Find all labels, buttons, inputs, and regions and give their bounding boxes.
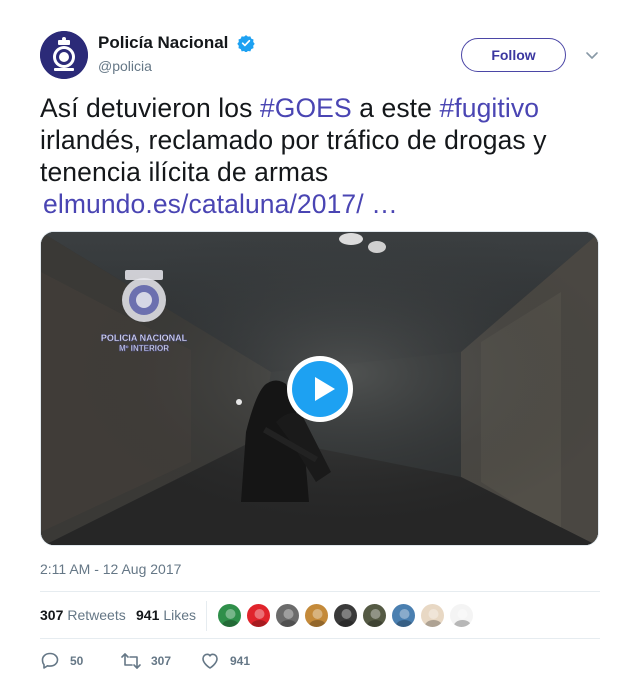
heart-icon — [202, 653, 218, 669]
tweet-text: Así detuvieron los #GOES a este #fugitiv… — [40, 92, 600, 220]
likes-label: Likes — [163, 607, 197, 623]
avatar-icon — [424, 609, 443, 627]
hashtag-goes[interactable]: #GOES — [260, 93, 352, 123]
retweet-button[interactable]: 307 — [120, 650, 180, 672]
liker-avatar-8[interactable] — [420, 603, 445, 628]
retweets-stat[interactable]: 307 Retweets — [40, 607, 126, 623]
reply-count: 50 — [70, 654, 84, 668]
tweet-text-segment: a este — [351, 93, 440, 123]
like-button[interactable]: 941 — [200, 650, 260, 672]
liker-avatar-4[interactable] — [304, 603, 329, 628]
like-count: 941 — [230, 654, 251, 668]
avatar-icon — [279, 609, 298, 627]
hashtag-fugitivo[interactable]: #fugitivo — [439, 93, 539, 123]
avatar-icon — [250, 609, 269, 627]
play-button[interactable] — [287, 356, 353, 422]
liker-avatar-1[interactable] — [217, 603, 242, 628]
likes-count: 941 — [136, 607, 160, 623]
avatar-icon — [395, 609, 414, 627]
follow-button[interactable]: Follow — [461, 38, 566, 72]
liker-avatar-6[interactable] — [362, 603, 387, 628]
liker-avatar-5[interactable] — [333, 603, 358, 628]
liker-avatar-7[interactable] — [391, 603, 416, 628]
avatar-icon — [337, 609, 356, 627]
tweet-header: Policía Nacional @policia Follow — [40, 31, 600, 81]
reply-button[interactable]: 50 — [40, 650, 90, 672]
profile-avatar[interactable] — [40, 31, 88, 79]
reply-icon — [41, 652, 59, 669]
avatar-icon — [453, 609, 472, 627]
account-handle[interactable]: @policia — [98, 58, 255, 74]
verified-badge-icon — [237, 35, 255, 52]
article-link[interactable]: elmundo.es/cataluna/2017/ … — [43, 189, 398, 219]
liker-avatar-2[interactable] — [246, 603, 271, 628]
tweet-text-segment: Así detuvieron los — [40, 93, 260, 123]
avatar-icon — [221, 609, 240, 627]
liker-avatar-9[interactable] — [449, 603, 474, 628]
tweet-text-segment: irlandés, reclamado por tráfico de droga… — [40, 125, 547, 155]
watermark-line-2: Mº INTERIOR — [119, 344, 169, 353]
tweet-text-segment: tenencia ilícita de armas — [40, 157, 329, 187]
avatar-icon — [366, 609, 385, 627]
video-player[interactable]: POLICIA NACIONAL Mº INTERIOR — [40, 231, 599, 546]
likes-stat[interactable]: 941 Likes — [136, 607, 196, 623]
account-names: Policía Nacional @policia — [98, 33, 255, 74]
retweet-icon — [121, 653, 141, 669]
retweets-count: 307 — [40, 607, 64, 623]
tweet-stats: 307 Retweets 941 Likes — [40, 591, 600, 639]
display-name[interactable]: Policía Nacional — [98, 33, 228, 53]
retweet-count: 307 — [151, 654, 172, 668]
stats-divider — [206, 601, 207, 631]
tweet-actions: 50 307 941 — [40, 650, 600, 674]
play-icon — [292, 361, 348, 417]
retweets-label: Retweets — [67, 607, 126, 623]
police-badge-icon — [40, 31, 88, 79]
tweet-timestamp[interactable]: 2:11 AM - 12 Aug 2017 — [40, 561, 181, 577]
avatar-icon — [308, 609, 327, 627]
liker-avatar-3[interactable] — [275, 603, 300, 628]
chevron-down-icon[interactable] — [585, 48, 599, 62]
watermark-line-1: POLICIA NACIONAL — [101, 333, 188, 343]
